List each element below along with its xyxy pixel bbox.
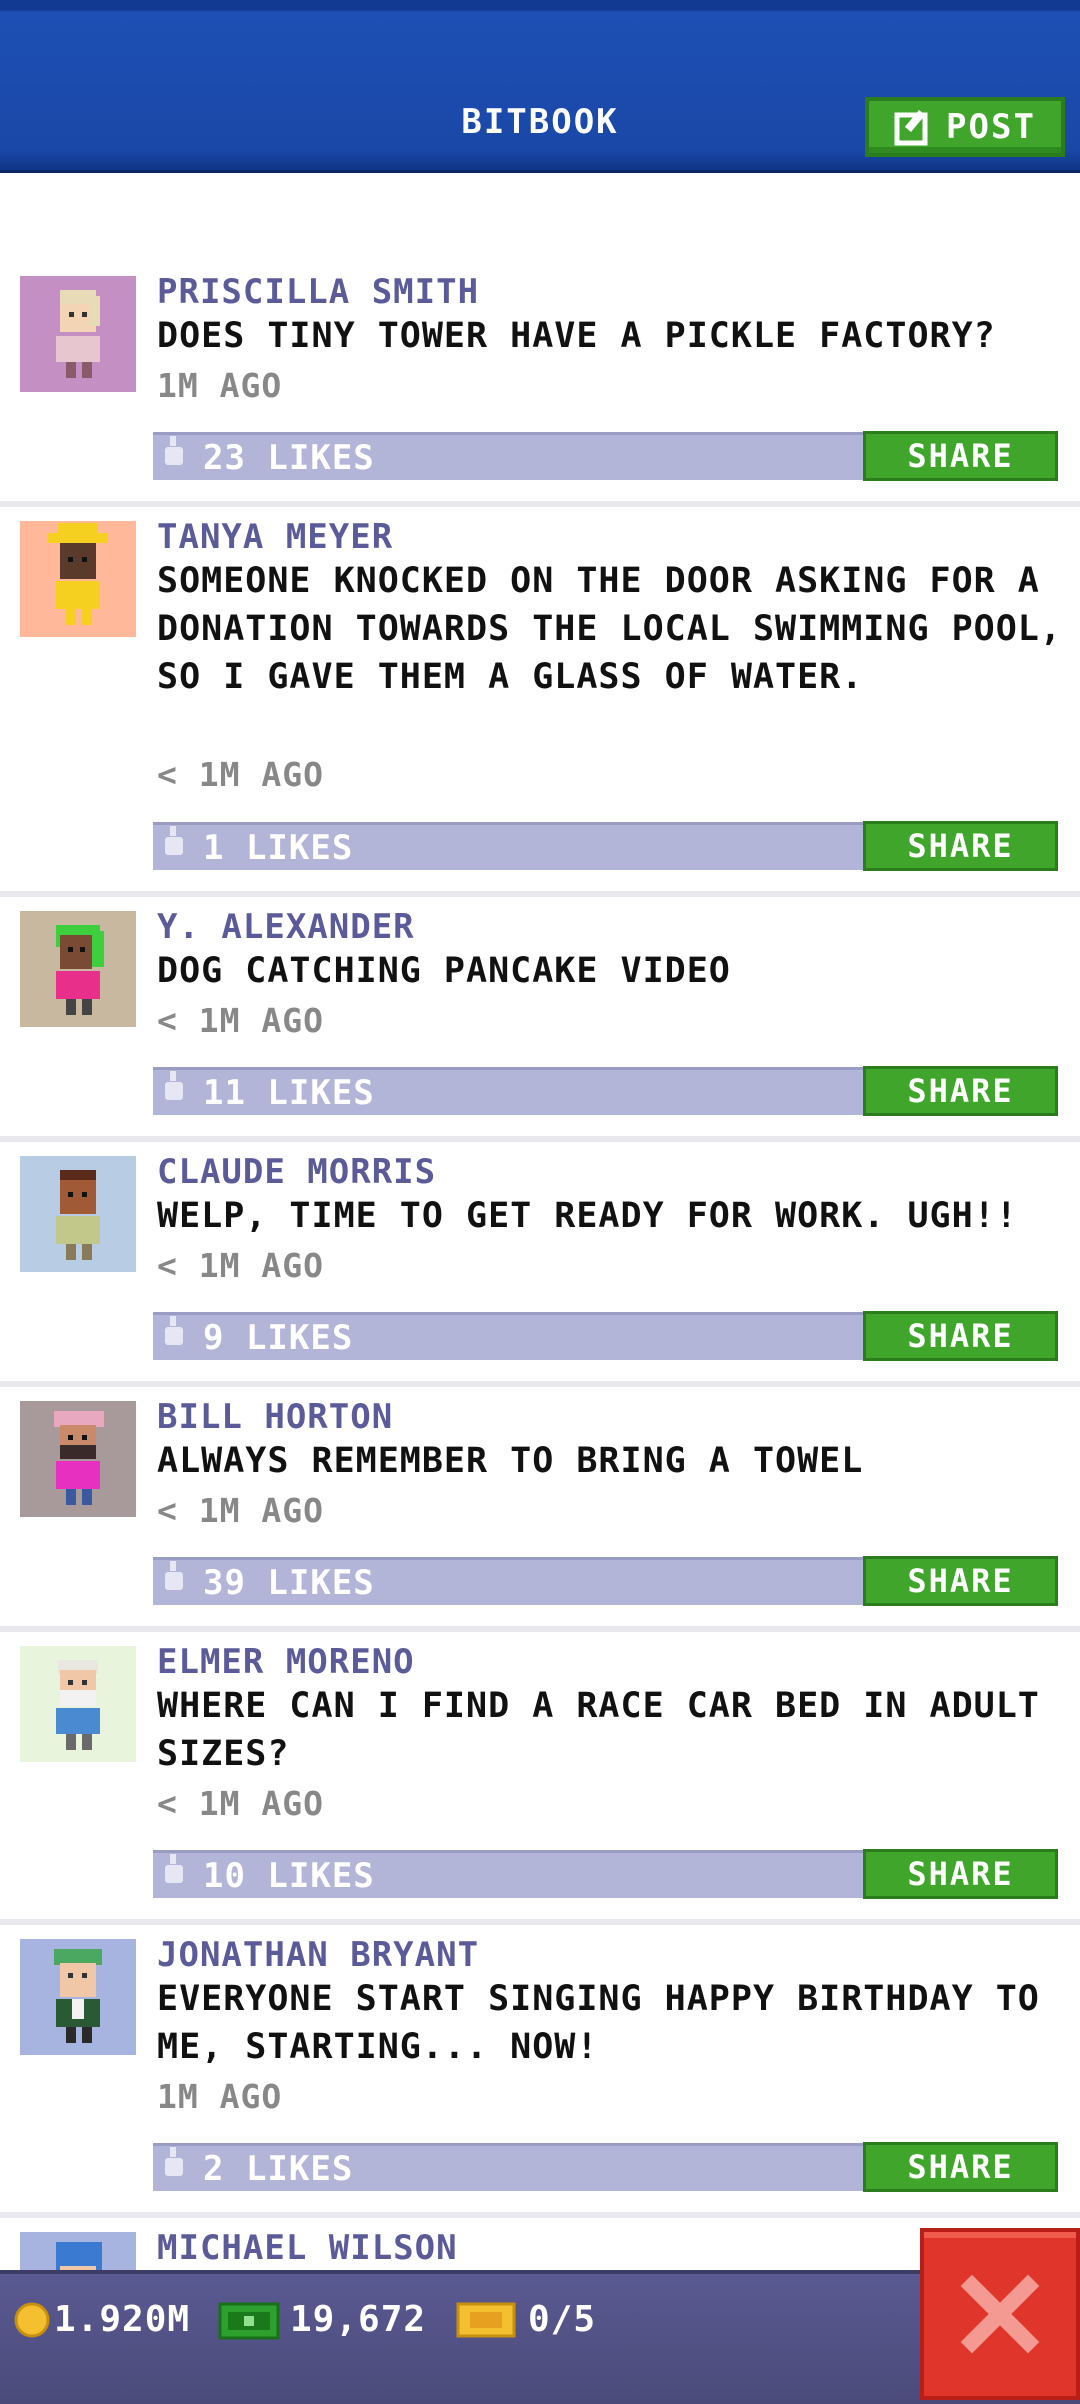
like-bar[interactable]: 2 LIKES SHARE <box>153 2142 1058 2192</box>
post-author[interactable]: Y. ALEXANDER <box>157 907 415 947</box>
bux-icon <box>218 2302 280 2340</box>
post-author[interactable]: TANYA MEYER <box>157 517 393 557</box>
like-count: 10 LIKES <box>203 1856 375 1896</box>
post-button-label: POST <box>946 107 1036 147</box>
post-message: DOES TINY TOWER HAVE A PICKLE FACTORY? <box>157 316 996 356</box>
post-time: < 1M AGO <box>157 755 324 794</box>
app-header: BITBOOK POST <box>0 0 1080 173</box>
coin-icon <box>14 2302 50 2338</box>
post-message: DOG CATCHING PANCAKE VIDEO <box>157 951 731 991</box>
edit-icon <box>894 110 928 146</box>
thumbs-up-icon <box>165 826 183 855</box>
like-bar[interactable]: 1 LIKES SHARE <box>153 821 1058 871</box>
post-message: ALWAYS REMEMBER TO BRING A TOWEL <box>157 1441 864 1481</box>
feed-post: MICHAEL WILSON <box>0 2218 1080 2288</box>
currency-bar: 1.920M 19,672 0/5 <box>0 2270 1080 2404</box>
like-bar[interactable]: 9 LIKES SHARE <box>153 1311 1058 1361</box>
like-count: 11 LIKES <box>203 1073 375 1113</box>
feed-post: CLAUDE MORRIS WELP, TIME TO GET READY FO… <box>0 1142 1080 1387</box>
avatar[interactable] <box>20 1646 136 1762</box>
post-message: SOMEONE KNOCKED ON THE DOOR ASKING FOR A… <box>157 561 1062 697</box>
share-button[interactable]: SHARE <box>863 821 1058 871</box>
coin-count: 1.920M <box>54 2299 191 2340</box>
post-author[interactable]: CLAUDE MORRIS <box>157 1152 436 1192</box>
avatar[interactable] <box>20 911 136 1027</box>
like-bar[interactable]: 10 LIKES SHARE <box>153 1849 1058 1899</box>
like-bar[interactable]: 11 LIKES SHARE <box>153 1066 1058 1116</box>
avatar[interactable] <box>20 276 136 392</box>
like-count: 23 LIKES <box>203 438 375 478</box>
like-bar[interactable]: 23 LIKES SHARE <box>153 431 1058 481</box>
like-bar[interactable]: 39 LIKES SHARE <box>153 1556 1058 1606</box>
feed-post: PRISCILLA SMITH DOES TINY TOWER HAVE A P… <box>0 262 1080 507</box>
thumbs-up-icon <box>165 1071 183 1100</box>
like-count: 9 LIKES <box>203 1318 354 1358</box>
post-time: < 1M AGO <box>157 1491 324 1530</box>
like-count: 2 LIKES <box>203 2149 354 2189</box>
feed-post: ELMER MORENO WHERE CAN I FIND A RACE CAR… <box>0 1632 1080 1925</box>
thumbs-up-icon <box>165 1316 183 1345</box>
thumbs-up-icon <box>165 1854 183 1883</box>
post-author[interactable]: JONATHAN BRYANT <box>157 1935 479 1975</box>
share-button[interactable]: SHARE <box>863 1311 1058 1361</box>
avatar[interactable] <box>20 1156 136 1272</box>
thumbs-up-icon <box>165 436 183 465</box>
feed-post: TANYA MEYER SOMEONE KNOCKED ON THE DOOR … <box>0 507 1080 897</box>
feed-post: Y. ALEXANDER DOG CATCHING PANCAKE VIDEO … <box>0 897 1080 1142</box>
post-time: 1M AGO <box>157 366 283 405</box>
share-button[interactable]: SHARE <box>863 1066 1058 1116</box>
post-time: < 1M AGO <box>157 1784 324 1823</box>
close-icon <box>960 2274 1040 2354</box>
avatar[interactable] <box>20 1401 136 1517</box>
thumbs-up-icon <box>165 2147 183 2176</box>
like-count: 39 LIKES <box>203 1563 375 1603</box>
share-button[interactable]: SHARE <box>863 1849 1058 1899</box>
post-author[interactable]: BILL HORTON <box>157 1397 393 1437</box>
post-time: 1M AGO <box>157 2077 283 2116</box>
share-button[interactable]: SHARE <box>863 2142 1058 2192</box>
feed-post: JONATHAN BRYANT EVERYONE START SINGING H… <box>0 1925 1080 2218</box>
feed-post: BILL HORTON ALWAYS REMEMBER TO BRING A T… <box>0 1387 1080 1632</box>
post-message: WELP, TIME TO GET READY FOR WORK. UGH!! <box>157 1196 1018 1236</box>
post-button[interactable]: POST <box>865 97 1065 157</box>
post-author[interactable]: MICHAEL WILSON <box>157 2228 458 2268</box>
share-button[interactable]: SHARE <box>863 431 1058 481</box>
post-time: < 1M AGO <box>157 1001 324 1040</box>
thumbs-up-icon <box>165 1561 183 1590</box>
post-time: < 1M AGO <box>157 1246 324 1285</box>
avatar[interactable] <box>20 521 136 637</box>
avatar[interactable] <box>20 1939 136 2055</box>
like-count: 1 LIKES <box>203 828 354 868</box>
post-author[interactable]: ELMER MORENO <box>157 1642 415 1682</box>
ticket-count: 0/5 <box>528 2299 597 2340</box>
post-message: WHERE CAN I FIND A RACE CAR BED IN ADULT… <box>157 1686 1040 1774</box>
post-message: EVERYONE START SINGING HAPPY BIRTHDAY TO… <box>157 1979 1040 2067</box>
post-author[interactable]: PRISCILLA SMITH <box>157 272 479 312</box>
ticket-icon <box>456 2302 516 2338</box>
share-button[interactable]: SHARE <box>863 1556 1058 1606</box>
close-button[interactable] <box>920 2228 1080 2400</box>
bux-count: 19,672 <box>290 2299 427 2340</box>
